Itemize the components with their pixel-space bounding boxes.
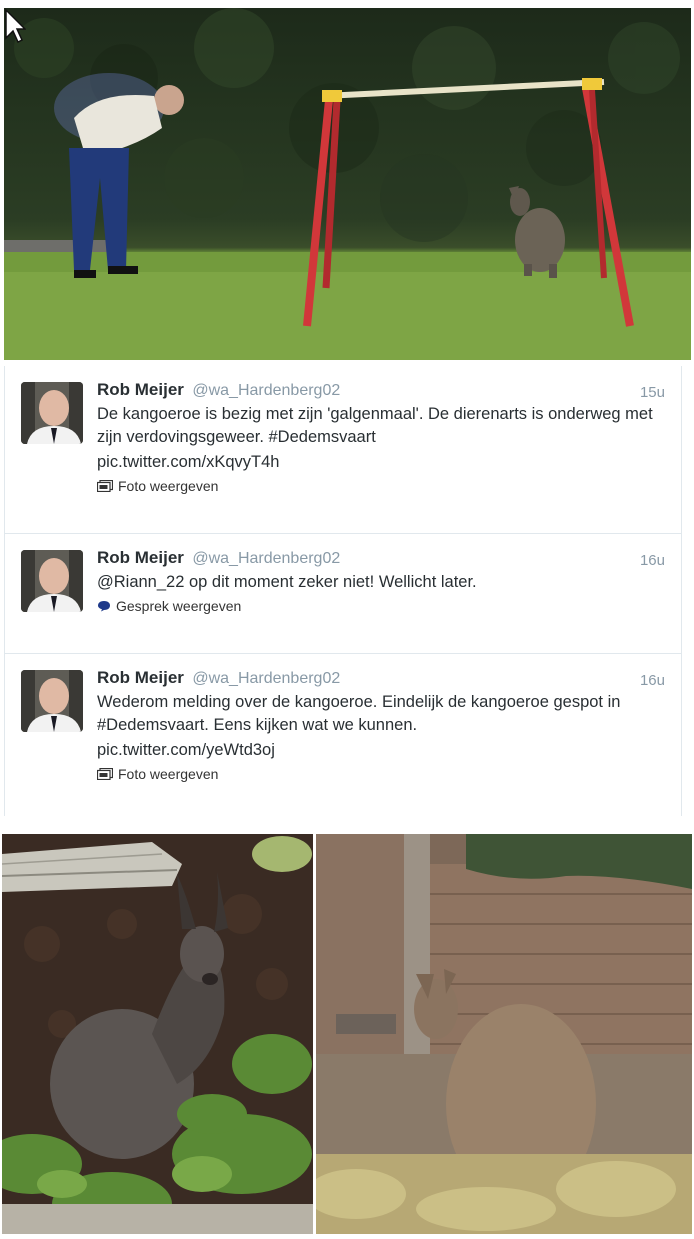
view-conversation-label: Gesprek weergeven (116, 598, 242, 614)
user-handle[interactable]: @wa_Hardenberg02 (192, 382, 340, 399)
avatar[interactable] (21, 550, 83, 612)
view-conversation-button[interactable]: Gesprek weergeven (97, 598, 667, 614)
view-photo-button[interactable]: Foto weergeven (97, 478, 667, 494)
tweet-item[interactable]: Rob Meijer @wa_Hardenberg02 De kangoeroe… (5, 366, 681, 534)
view-photo-label: Foto weergeven (118, 478, 219, 494)
tweet-timestamp[interactable]: 15u (640, 384, 665, 401)
view-photo-button[interactable]: Foto weergeven (97, 766, 667, 782)
photo-icon (97, 480, 113, 492)
avatar[interactable] (21, 382, 83, 444)
tweet-text: De kangoeroe is bezig met zijn 'galgenma… (97, 405, 653, 446)
view-photo-label: Foto weergeven (118, 766, 219, 782)
tweet-timestamp[interactable]: 16u (640, 552, 665, 569)
tweet-timestamp[interactable]: 16u (640, 672, 665, 689)
tweet-text: Wederom melding over de kangoeroe. Einde… (97, 693, 621, 734)
tweet-item[interactable]: Rob Meijer @wa_Hardenberg02 Wederom meld… (5, 654, 681, 816)
avatar[interactable] (21, 670, 83, 732)
tweet-link[interactable]: pic.twitter.com/xKqvyT4h (97, 451, 667, 474)
tweet-link[interactable]: pic.twitter.com/yeWtd3oj (97, 739, 667, 762)
mouse-cursor-icon (5, 8, 26, 44)
bottom-right-photo (316, 834, 692, 1234)
user-name[interactable]: Rob Meijer (97, 668, 184, 687)
user-handle[interactable]: @wa_Hardenberg02 (192, 550, 340, 567)
top-photo (4, 8, 691, 360)
speech-bubble-icon (98, 601, 110, 612)
user-name[interactable]: Rob Meijer (97, 548, 184, 567)
tweet-item[interactable]: Rob Meijer @wa_Hardenberg02 @Riann_22 op… (5, 534, 681, 654)
user-name[interactable]: Rob Meijer (97, 380, 184, 399)
tweet-text: @Riann_22 op dit moment zeker niet! Well… (97, 573, 477, 591)
bottom-left-photo (2, 834, 313, 1234)
photo-icon (97, 768, 113, 780)
user-handle[interactable]: @wa_Hardenberg02 (192, 670, 340, 687)
tweet-timeline: Rob Meijer @wa_Hardenberg02 De kangoeroe… (4, 366, 682, 816)
